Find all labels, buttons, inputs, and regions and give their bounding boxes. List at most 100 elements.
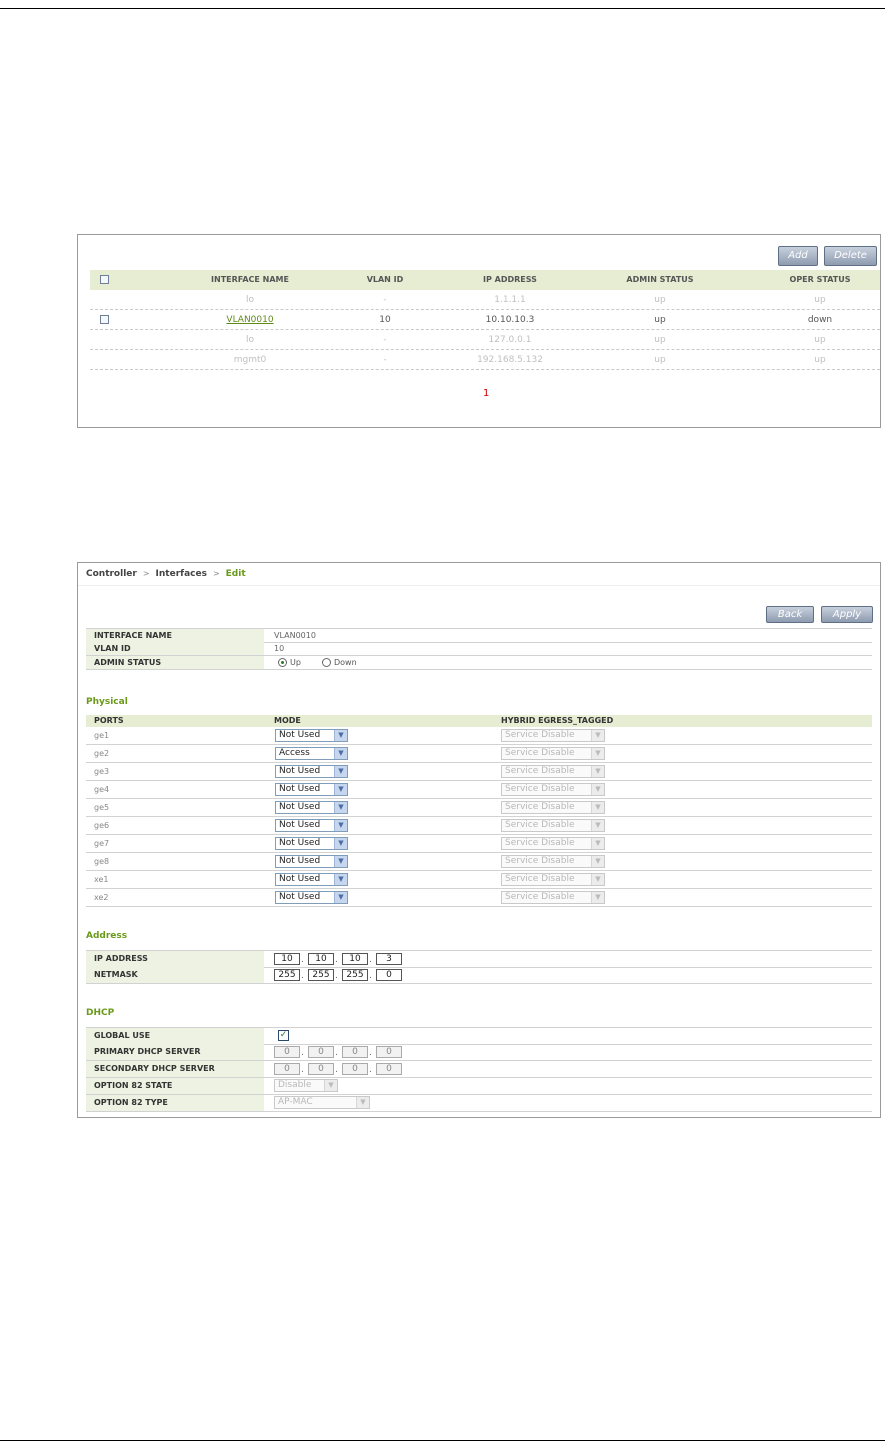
netmask-octet-4[interactable]: 0 bbox=[376, 969, 402, 981]
vlan-id-row: VLAN ID 10 bbox=[86, 642, 872, 656]
table-row: mgmt0 - 192.168.5.132 up up bbox=[90, 351, 880, 370]
netmask-octet-2[interactable]: 255 bbox=[308, 969, 334, 981]
secondary-octet-2: 0 bbox=[308, 1063, 334, 1075]
chevron-down-icon: ▼ bbox=[334, 766, 347, 777]
chevron-down-icon: ▼ bbox=[591, 856, 604, 867]
row-checkbox[interactable] bbox=[100, 315, 109, 324]
col-mode: MODE bbox=[274, 716, 301, 725]
breadcrumb-interfaces[interactable]: Interfaces bbox=[156, 569, 207, 579]
egress-value: Service Disable bbox=[505, 874, 575, 884]
chevron-down-icon: ▼ bbox=[591, 892, 604, 903]
egress-value: Service Disable bbox=[505, 838, 575, 848]
footer-rule bbox=[0, 1440, 885, 1441]
primary-octet-3: 0 bbox=[342, 1046, 368, 1058]
mode-value: Not Used bbox=[279, 784, 321, 794]
egress-select: Service Disable ▼ bbox=[501, 801, 605, 814]
netmask-label: NETMASK bbox=[86, 967, 264, 983]
port-row-ge8: ge8 Not Used ▼ Service Disable ▼ bbox=[86, 853, 872, 871]
chevron-down-icon: ▼ bbox=[334, 874, 347, 885]
mode-select[interactable]: Not Used ▼ bbox=[275, 801, 348, 814]
chevron-down-icon: ▼ bbox=[591, 730, 604, 741]
apply-button[interactable]: Apply bbox=[821, 606, 873, 623]
option82-type-select: AP-MAC ▼ bbox=[274, 1096, 370, 1109]
ip-octet-3[interactable]: 10 bbox=[342, 953, 368, 965]
table-row: VLAN0010 10 10.10.10.3 up down bbox=[90, 311, 880, 330]
chevron-down-icon: ▼ bbox=[324, 1080, 337, 1091]
egress-select: Service Disable ▼ bbox=[501, 747, 605, 760]
mode-select[interactable]: Not Used ▼ bbox=[275, 855, 348, 868]
back-button[interactable]: Back bbox=[766, 606, 814, 623]
port-name: ge8 bbox=[94, 857, 110, 866]
ip-octet-1[interactable]: 10 bbox=[274, 953, 300, 965]
delete-button[interactable]: Delete bbox=[824, 246, 877, 266]
table-row: lo - 1.1.1.1 up up bbox=[90, 291, 880, 310]
vlan0010-link[interactable]: VLAN0010 bbox=[226, 315, 273, 325]
interface-name-row: INTERFACE NAME VLAN0010 bbox=[86, 628, 872, 643]
chevron-down-icon: ▼ bbox=[334, 838, 347, 849]
port-name: ge1 bbox=[94, 731, 110, 740]
primary-dhcp-row: PRIMARY DHCP SERVER 0 . 0 . 0 . 0 bbox=[86, 1044, 872, 1061]
octet-dot: . bbox=[335, 955, 338, 965]
cell-admin: up bbox=[654, 335, 666, 345]
octet-dot: . bbox=[369, 955, 372, 965]
mode-select[interactable]: Not Used ▼ bbox=[275, 837, 348, 850]
interface-name-value: VLAN0010 bbox=[274, 631, 316, 640]
cell-vlan: - bbox=[383, 295, 387, 305]
admin-up-radio[interactable] bbox=[278, 658, 287, 667]
egress-select: Service Disable ▼ bbox=[501, 855, 605, 868]
port-row-ge6: ge6 Not Used ▼ Service Disable ▼ bbox=[86, 817, 872, 835]
mode-select[interactable]: Not Used ▼ bbox=[275, 729, 348, 742]
netmask-octet-3[interactable]: 255 bbox=[342, 969, 368, 981]
chevron-down-icon: ▼ bbox=[334, 892, 347, 903]
col-admin-status: ADMIN STATUS bbox=[626, 275, 694, 284]
global-use-label: GLOBAL USE bbox=[86, 1028, 264, 1044]
ip-octet-2[interactable]: 10 bbox=[308, 953, 334, 965]
breadcrumb-separator: > bbox=[142, 569, 150, 578]
egress-value: Service Disable bbox=[505, 766, 575, 776]
egress-select: Service Disable ▼ bbox=[501, 783, 605, 796]
chevron-down-icon: ▼ bbox=[334, 784, 347, 795]
mode-select[interactable]: Not Used ▼ bbox=[275, 873, 348, 886]
octet-dot: . bbox=[369, 1048, 372, 1058]
port-name: ge7 bbox=[94, 839, 110, 848]
egress-select: Service Disable ▼ bbox=[501, 891, 605, 904]
cell-ip: 10.10.10.3 bbox=[485, 315, 535, 325]
octet-dot: . bbox=[301, 1065, 304, 1075]
egress-select: Service Disable ▼ bbox=[501, 873, 605, 886]
secondary-octet-4: 0 bbox=[376, 1063, 402, 1075]
egress-select: Service Disable ▼ bbox=[501, 837, 605, 850]
breadcrumb-edit: Edit bbox=[225, 569, 246, 579]
cell-vlan: 10 bbox=[379, 315, 391, 325]
page-number[interactable]: 1 bbox=[483, 388, 489, 399]
cell-admin: up bbox=[654, 315, 666, 325]
mode-select[interactable]: Access ▼ bbox=[275, 747, 348, 760]
ip-octet-4[interactable]: 3 bbox=[376, 953, 402, 965]
mode-select[interactable]: Not Used ▼ bbox=[275, 765, 348, 778]
mode-select[interactable]: Not Used ▼ bbox=[275, 783, 348, 796]
admin-down-radio[interactable] bbox=[322, 658, 331, 667]
egress-value: Service Disable bbox=[505, 802, 575, 812]
chevron-down-icon: ▼ bbox=[334, 820, 347, 831]
breadcrumb-controller[interactable]: Controller bbox=[86, 569, 137, 579]
chevron-down-icon: ▼ bbox=[356, 1097, 369, 1108]
mode-select[interactable]: Not Used ▼ bbox=[275, 891, 348, 904]
select-all-checkbox[interactable] bbox=[100, 275, 109, 284]
option82-state-value: Disable bbox=[278, 1080, 312, 1090]
cell-name: VLAN0010 bbox=[190, 311, 310, 329]
chevron-down-icon: ▼ bbox=[334, 730, 347, 741]
egress-select: Service Disable ▼ bbox=[501, 819, 605, 832]
cell-admin: up bbox=[654, 295, 666, 305]
mode-value: Not Used bbox=[279, 730, 321, 740]
octet-dot: . bbox=[335, 971, 338, 981]
mode-value: Not Used bbox=[279, 766, 321, 776]
cell-oper: down bbox=[807, 315, 833, 325]
add-button[interactable]: Add bbox=[778, 246, 818, 266]
mode-select[interactable]: Not Used ▼ bbox=[275, 819, 348, 832]
port-row-ge7: ge7 Not Used ▼ Service Disable ▼ bbox=[86, 835, 872, 853]
breadcrumb: Controller > Interfaces > Edit bbox=[86, 569, 246, 579]
cell-ip: 127.0.0.1 bbox=[488, 335, 532, 345]
cell-name: mgmt0 bbox=[233, 355, 267, 365]
netmask-octet-1[interactable]: 255 bbox=[274, 969, 300, 981]
primary-octet-4: 0 bbox=[376, 1046, 402, 1058]
global-use-checkbox[interactable]: ✓ bbox=[278, 1030, 289, 1041]
